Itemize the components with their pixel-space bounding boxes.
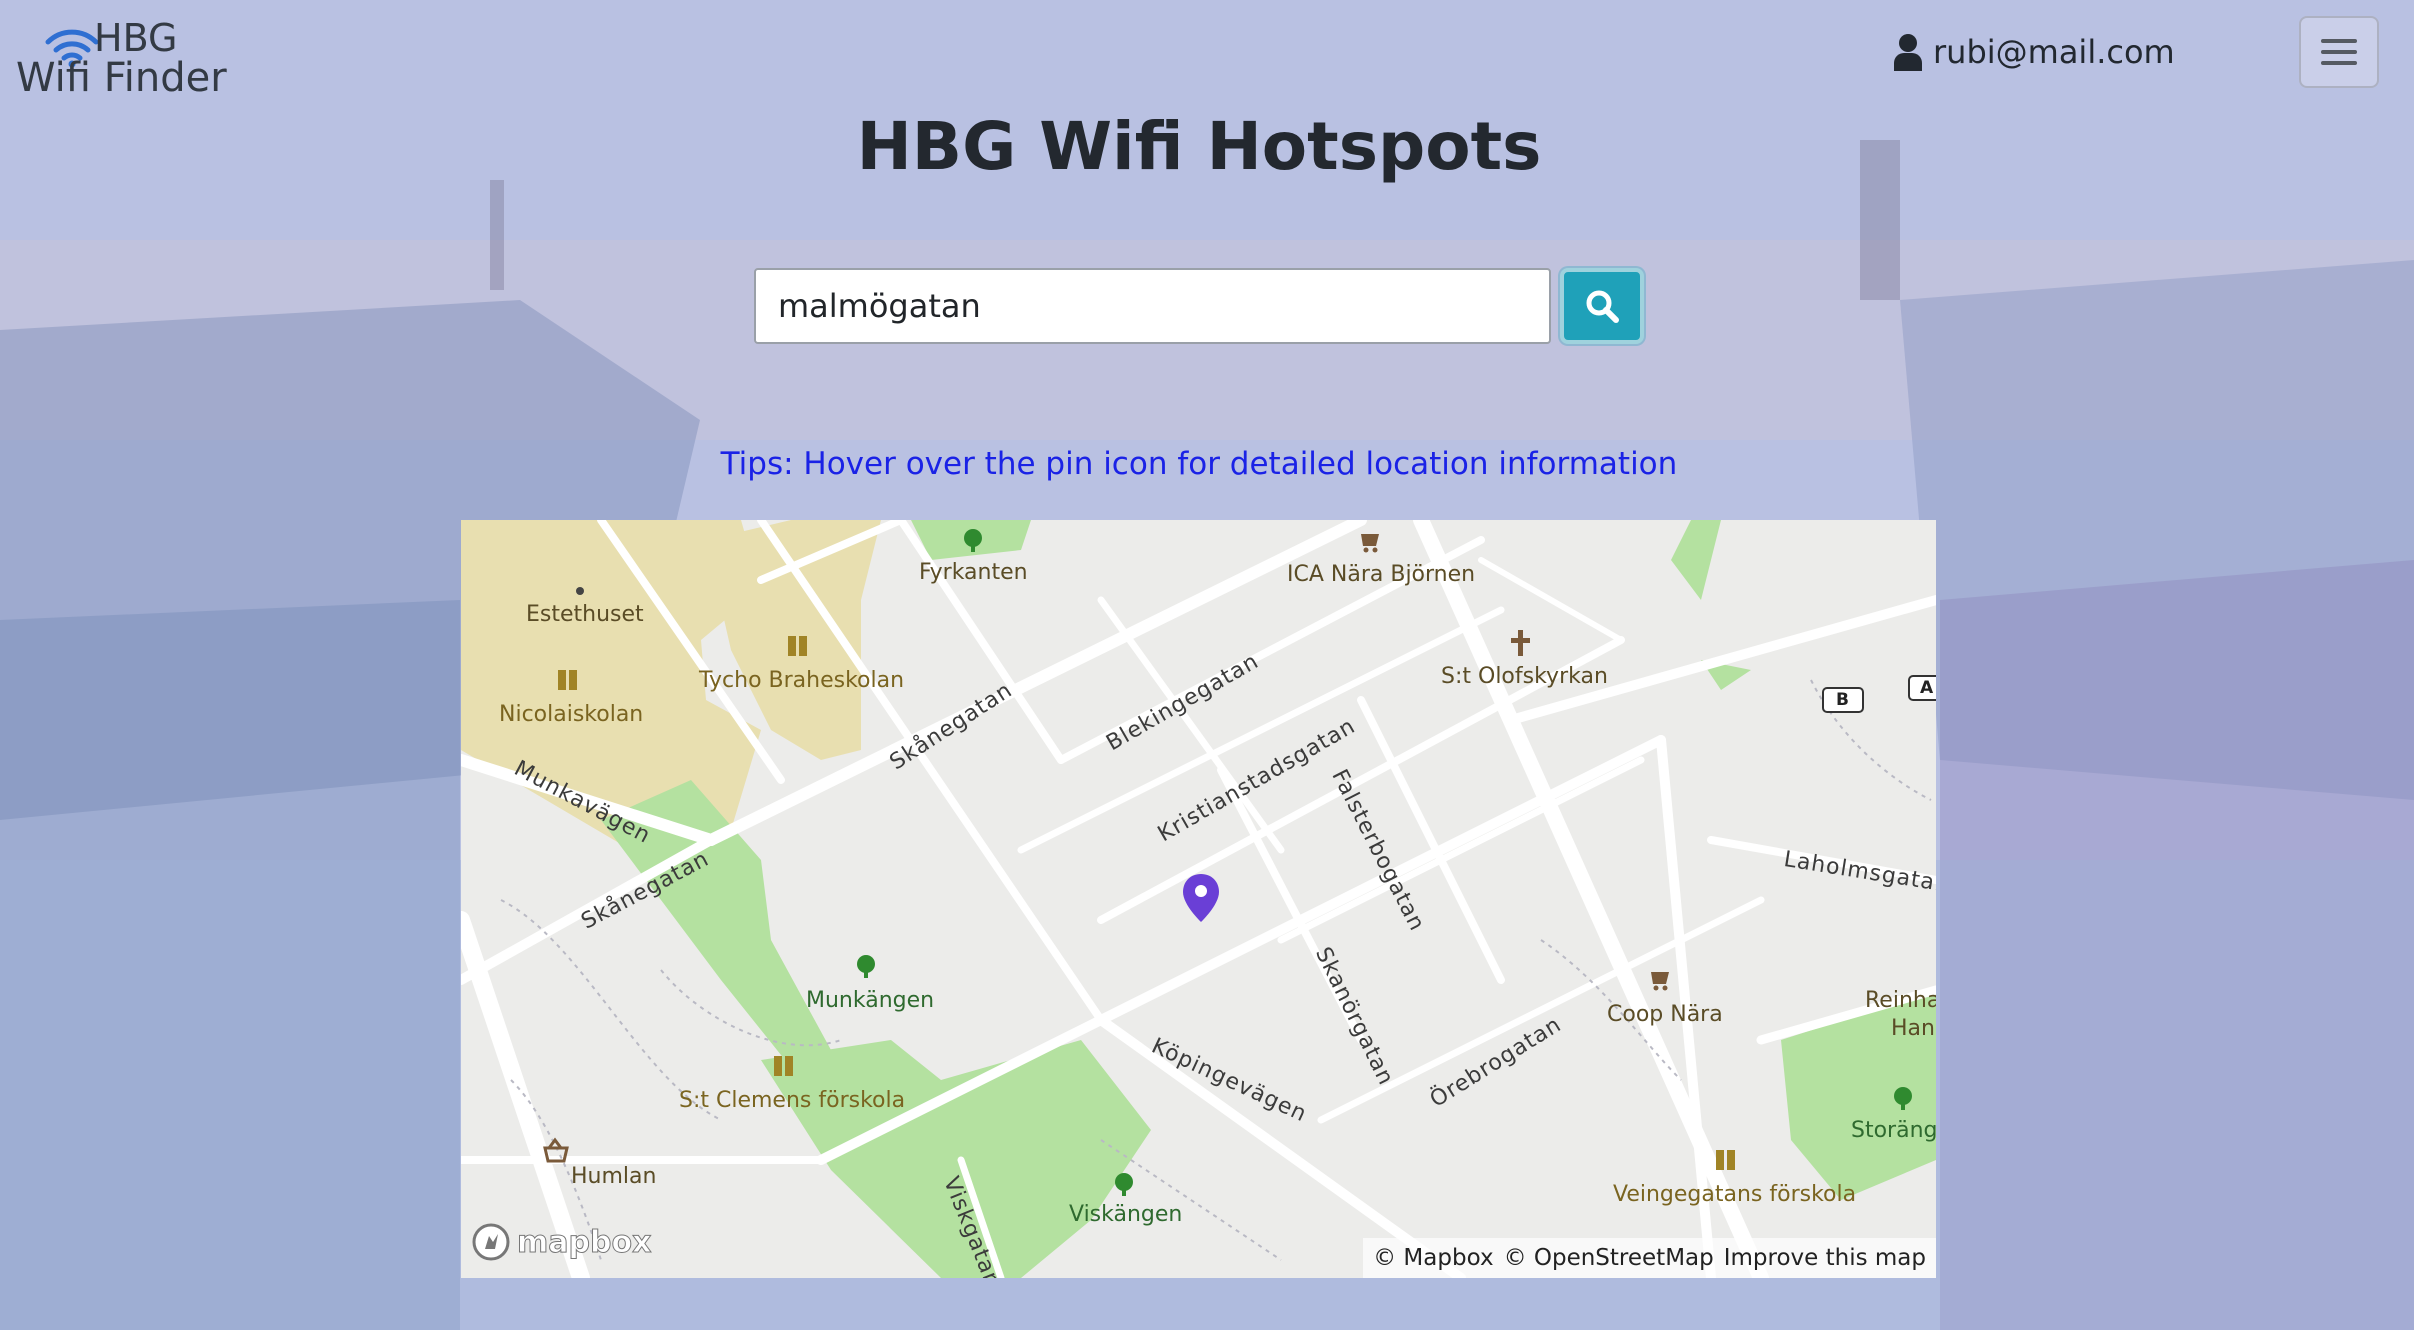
- map-attribution: © Mapbox © OpenStreetMap Improve this ma…: [1363, 1238, 1936, 1278]
- map-label-estethuset: Estethuset: [526, 602, 644, 627]
- mapbox-logo-icon: [472, 1223, 510, 1261]
- map-label-tycho: Tycho Braheskolan: [699, 668, 905, 693]
- menu-toggle-button[interactable]: [2299, 16, 2379, 88]
- map-label-olofskyrkan: S:t Olofskyrkan: [1441, 664, 1608, 689]
- tips-text: Tips: Hover over the pin icon for detail…: [720, 446, 1678, 482]
- poi-dot: [576, 587, 584, 595]
- map-label-nicolai: Nicolaiskolan: [499, 702, 644, 727]
- map-label-reinha: Reinha: [1865, 988, 1936, 1013]
- user-account[interactable]: rubi@mail.com: [1893, 30, 2175, 74]
- map-label-coop: Coop Nära: [1607, 1002, 1723, 1027]
- map-label-humlan: Humlan: [571, 1164, 657, 1189]
- map-label-munkangen: Munkängen: [806, 988, 935, 1013]
- logo-text-line1: HBG: [94, 16, 178, 60]
- user-email: rubi@mail.com: [1933, 33, 2175, 71]
- map-label-hanc: Hanc: [1891, 1016, 1936, 1041]
- map-label-storang: Storäng: [1851, 1118, 1936, 1143]
- search-button[interactable]: [1560, 268, 1644, 344]
- map-label-clemens: S:t Clemens förskola: [679, 1088, 906, 1113]
- attribution-mapbox-link[interactable]: © Mapbox: [1373, 1245, 1493, 1271]
- search-input[interactable]: [754, 268, 1551, 344]
- logo-text-line2: Wifi Finder: [16, 55, 227, 101]
- route-shield-a: A: [1920, 678, 1934, 698]
- map-pin-icon[interactable]: [1181, 872, 1221, 924]
- map-label-viskangen: Viskängen: [1069, 1202, 1183, 1227]
- map-label-veingegatans: Veingegatans förskola: [1613, 1182, 1857, 1207]
- page-title: HBG Wifi Hotspots: [856, 108, 1542, 185]
- map-label-fyrkanten: Fyrkanten: [919, 560, 1028, 585]
- mapbox-logo-text: mapbox: [516, 1224, 652, 1260]
- search-icon: [1586, 290, 1619, 323]
- mapbox-logo[interactable]: mapbox: [471, 1220, 652, 1264]
- user-icon: [1894, 34, 1922, 71]
- improve-map-link[interactable]: Improve this map: [1724, 1245, 1926, 1271]
- hamburger-menu-icon: [2321, 39, 2357, 65]
- attribution-osm-link[interactable]: © OpenStreetMap: [1504, 1245, 1714, 1271]
- map-label-ica: ICA Nära Björnen: [1287, 562, 1476, 587]
- app-logo[interactable]: HBG Wifi Finder: [16, 14, 256, 100]
- map-view[interactable]: Fyrkanten ICA Nära Björnen Estethuset Ty…: [461, 520, 1936, 1278]
- route-shield-b: B: [1836, 690, 1849, 710]
